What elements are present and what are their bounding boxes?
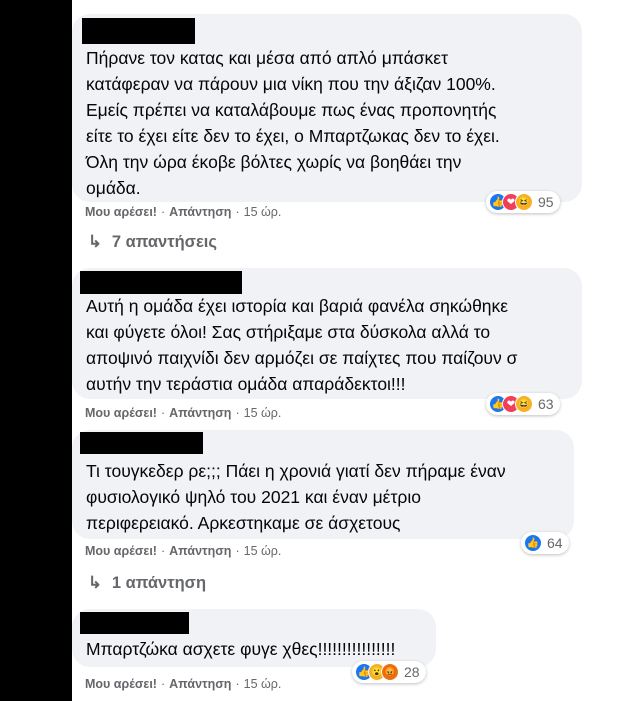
angry-icon: 😡: [381, 663, 399, 681]
view-replies-link[interactable]: ↳ 7 απαντήσεις: [88, 232, 217, 252]
comment-text: Μπαρτζώκα ασχετε φυγε χθες!!!!!!!!!!!!!!…: [86, 636, 395, 662]
redacted-author-name[interactable]: [80, 271, 242, 294]
like-button[interactable]: Μου αρέσει!: [85, 205, 157, 219]
comment-line: περιφερειακό. Αρκεστηκαμε σε άσχετους: [86, 513, 401, 533]
reaction-count: 64: [547, 535, 563, 551]
comment-line: Τι τουγκεδερ ρε;;; Πάει η χρονιά γιατί δ…: [86, 461, 506, 481]
comment-actions: Μου αρέσει! · Απάντηση · 15 ώρ.: [85, 205, 282, 219]
comment-line: Μπαρτζώκα ασχετε φυγε χθες!!!!!!!!!!!!!!…: [86, 639, 396, 659]
like-button[interactable]: Μου αρέσει!: [85, 544, 157, 558]
reply-arrow-icon: ↳: [88, 233, 102, 251]
comment-line: κατάφεραν να πάρουν μια νίκη που την άξι…: [86, 74, 496, 94]
timestamp[interactable]: 15 ώρ.: [244, 544, 282, 558]
like-button[interactable]: Μου αρέσει!: [85, 677, 157, 691]
reactions-summary[interactable]: 👍 64: [521, 532, 569, 554]
reply-arrow-icon: ↳: [88, 574, 102, 592]
comment-text: Αυτή η ομάδα έχει ιστορία και βαριά φανέ…: [86, 293, 517, 397]
redacted-author-name[interactable]: [82, 18, 195, 44]
comment-line: φυσιολογικό ψηλό του 2021 και έναν μέτρι…: [86, 487, 421, 507]
redacted-avatar-column: [0, 0, 72, 701]
timestamp[interactable]: 15 ώρ.: [244, 406, 282, 420]
reactions-summary[interactable]: 👍 ❤ 😆 63: [486, 393, 560, 415]
view-replies-link[interactable]: ↳ 1 απάντηση: [88, 573, 206, 593]
comment-line: Αυτή η ομάδα έχει ιστορία και βαριά φανέ…: [86, 296, 509, 316]
redacted-author-name[interactable]: [80, 432, 203, 454]
comment-line: Όλη την ώρα έκοβε βόλτες χωρίς να βοηθάε…: [86, 152, 462, 172]
comment-text: Τι τουγκεδερ ρε;;; Πάει η χρονιά γιατί δ…: [86, 458, 506, 536]
reply-button[interactable]: Απάντηση: [169, 205, 231, 219]
comment-line: ομάδα.: [86, 178, 141, 198]
comment-actions: Μου αρέσει! · Απάντηση · 15 ώρ.: [85, 406, 282, 420]
reactions-summary[interactable]: 👍 ❤ 😆 95: [486, 191, 560, 213]
reply-button[interactable]: Απάντηση: [169, 544, 231, 558]
reaction-count: 63: [538, 396, 554, 412]
comment-line: Πήρανε τον κατας και μέσα από απλό μπάσκ…: [86, 48, 449, 68]
timestamp[interactable]: 15 ώρ.: [244, 677, 282, 691]
comment-line: αποψινό παιχνίδι δεν αρμόζει σε παίχτες …: [86, 348, 518, 368]
comment-line: αυτήν την τεράστια ομάδα απαράδεκτοι!!!: [86, 374, 406, 394]
comment-line: είτε το έχει είτε δεν το έχει, ο Μπαρτζω…: [86, 126, 500, 146]
replies-count: 1 απάντηση: [111, 574, 207, 592]
replies-count: 7 απαντήσεις: [111, 233, 217, 251]
comment-text: Πήρανε τον κατας και μέσα από απλό μπάσκ…: [86, 45, 500, 201]
haha-icon: 😆: [515, 193, 533, 211]
comment-actions: Μου αρέσει! · Απάντηση · 15 ώρ.: [85, 677, 282, 691]
like-icon: 👍: [524, 534, 542, 552]
comment-line: και φύγετε όλοι! Σας στήριξαμε στα δύσκο…: [86, 322, 491, 342]
reply-button[interactable]: Απάντηση: [169, 406, 231, 420]
like-button[interactable]: Μου αρέσει!: [85, 406, 157, 420]
comment-line: Εμείς πρέπει να καταλάβουμε πως ένας προ…: [86, 100, 497, 120]
reply-button[interactable]: Απάντηση: [169, 677, 231, 691]
reactions-summary[interactable]: 👍 😮 😡 28: [352, 661, 426, 683]
haha-icon: 😆: [515, 395, 533, 413]
comment-actions: Μου αρέσει! · Απάντηση · 15 ώρ.: [85, 544, 282, 558]
reaction-count: 28: [404, 664, 420, 680]
reaction-count: 95: [538, 194, 554, 210]
timestamp[interactable]: 15 ώρ.: [244, 205, 282, 219]
redacted-author-name[interactable]: [80, 612, 189, 634]
